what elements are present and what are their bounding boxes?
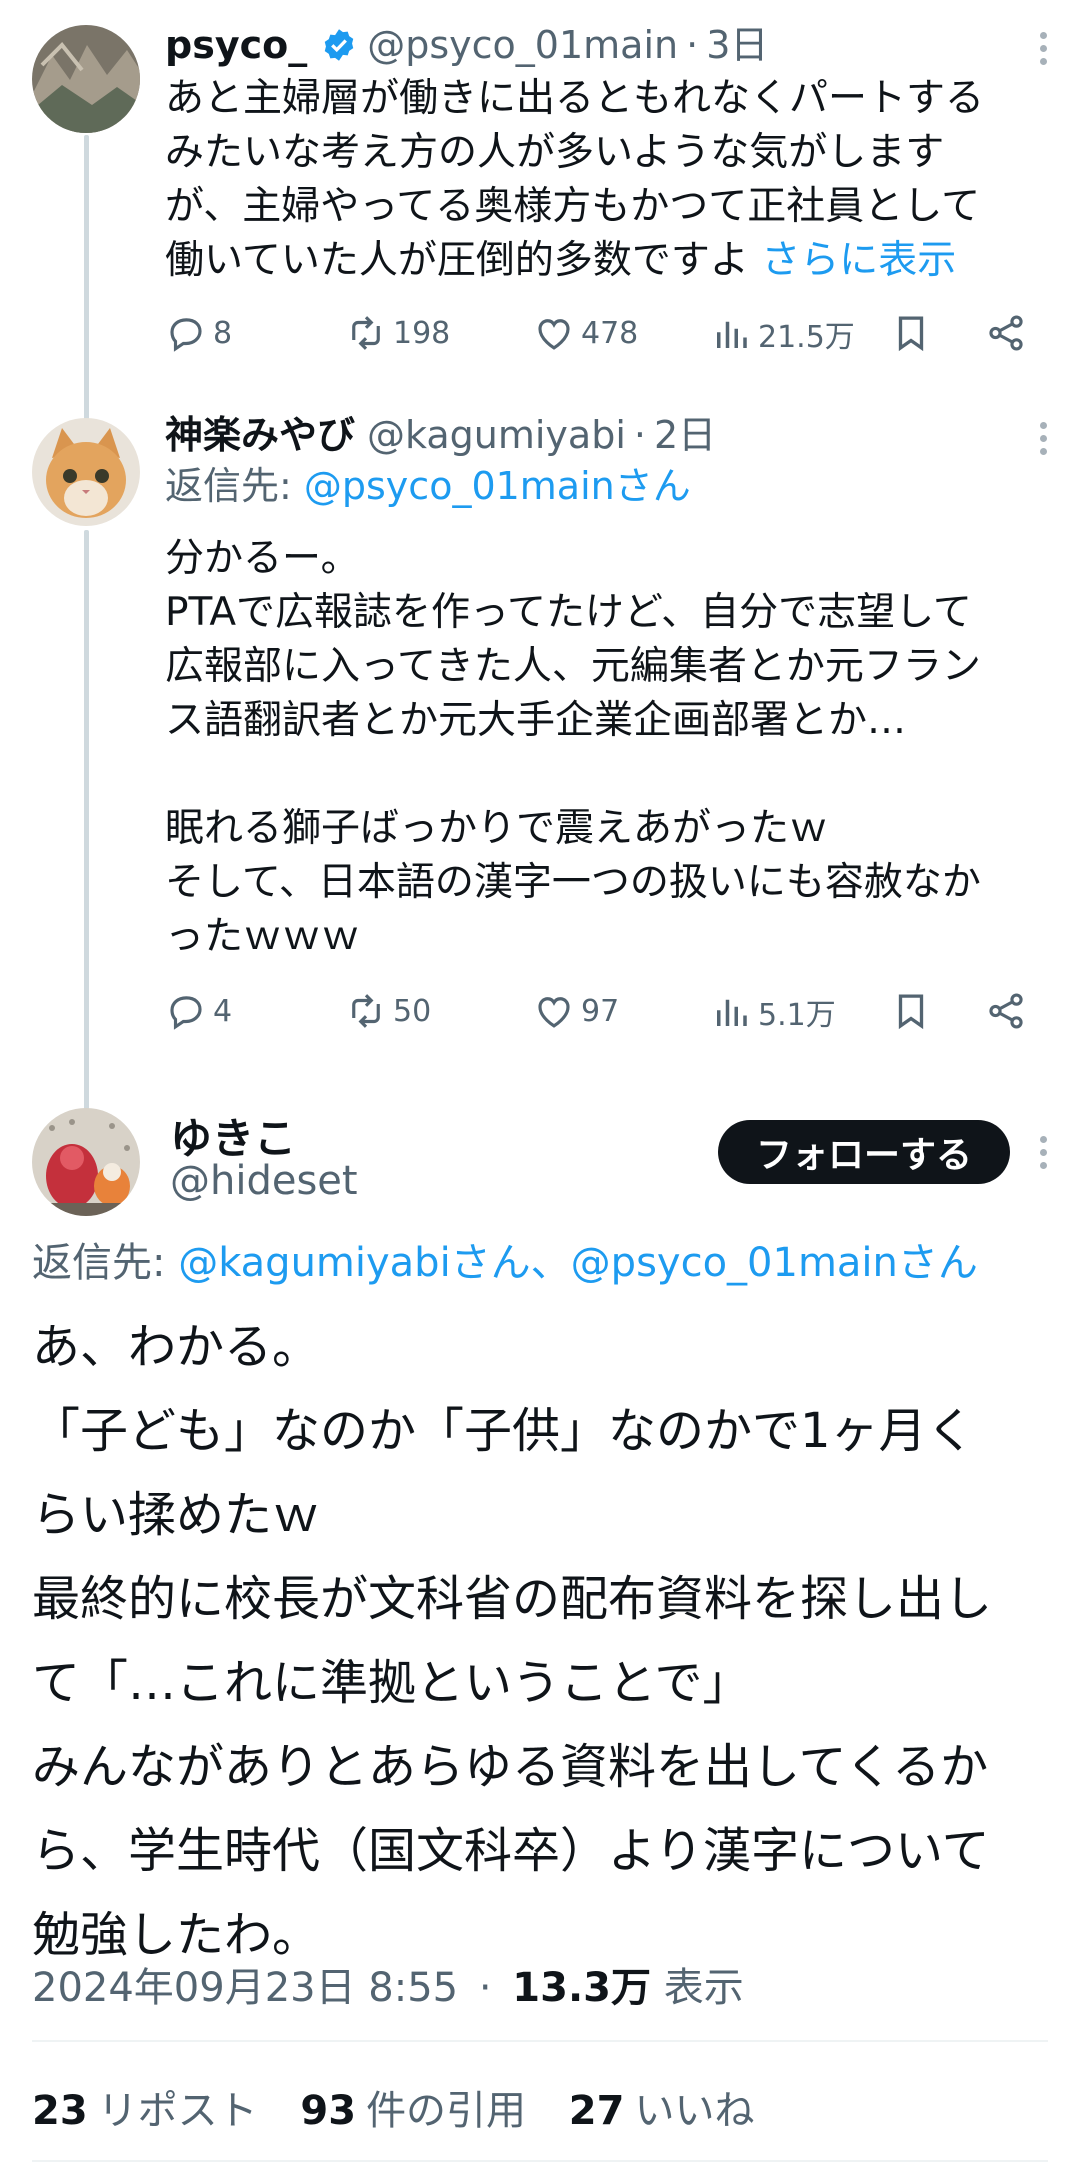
reply-button[interactable]: 8 — [165, 312, 232, 354]
reply-icon — [170, 318, 202, 352]
analytics-icon — [717, 321, 747, 348]
more-options-icon[interactable] — [1028, 1130, 1058, 1174]
reposts-count: 23 — [32, 2088, 88, 2134]
display-name[interactable]: psyco_ — [165, 20, 307, 70]
likes-label: いいね — [634, 2088, 755, 2134]
like-button[interactable]: 478 — [533, 312, 638, 354]
thread-line-1 — [84, 135, 89, 420]
timestamp[interactable]: 2日 — [654, 410, 716, 460]
quotes-label: 件の引用 — [366, 2088, 527, 2134]
timestamp[interactable]: 3日 — [706, 20, 768, 70]
bookmark-icon — [898, 316, 924, 352]
user-handle[interactable]: @psyco_01main — [367, 20, 678, 70]
retweet-count: 50 — [393, 993, 432, 1029]
likes-stat[interactable]: 27 いいね — [569, 2088, 755, 2134]
view-count: 21.5万 — [758, 320, 855, 355]
likes-count: 27 — [568, 2088, 625, 2134]
separator-dot: · — [478, 1965, 492, 2011]
avatar[interactable] — [32, 25, 140, 133]
heart-icon — [538, 997, 570, 1028]
display-name[interactable]: ゆきこ — [170, 1105, 296, 1166]
share-icon — [989, 993, 1023, 1029]
separator-dot: · — [686, 23, 699, 67]
reply-to-link[interactable]: @kagumiyabiさん、@psyco_01mainさん — [178, 1240, 978, 1286]
display-name[interactable]: 神楽みやび — [165, 410, 355, 460]
engagement-stats: 23 リポスト 93 件の引用 27 いいね — [32, 2078, 784, 2136]
verified-badge-icon — [324, 29, 354, 61]
bookmark-icon — [898, 994, 924, 1030]
retweet-button[interactable]: 50 — [345, 990, 431, 1032]
divider — [32, 2040, 1048, 2042]
views-button[interactable]: 21.5万 — [710, 312, 855, 356]
reply-to-link[interactable]: @psyco_01mainさん — [304, 464, 691, 508]
thread-line-2 — [84, 530, 89, 1110]
share-icon — [989, 315, 1023, 351]
reply-button[interactable]: 4 — [165, 990, 232, 1032]
avatar[interactable] — [32, 1108, 140, 1216]
reply-context: 返信先: @kagumiyabiさん、@psyco_01mainさん — [32, 1235, 978, 1291]
share-button[interactable] — [985, 312, 1033, 354]
show-more-link[interactable]: さらに表示 — [761, 238, 956, 283]
user-handle[interactable]: @hideset — [170, 1158, 358, 1204]
more-options-icon[interactable] — [1028, 416, 1058, 460]
views-label: 表示 — [663, 1965, 744, 2011]
reply-prefix: 返信先: — [32, 1240, 179, 1286]
user-handle[interactable]: @kagumiyabi — [367, 410, 626, 460]
tweet-actions: 8 198 478 21.5万 — [165, 312, 1080, 372]
separator-dot: · — [633, 413, 646, 457]
share-button[interactable] — [985, 990, 1033, 1032]
view-count: 5.1万 — [758, 998, 836, 1033]
bookmark-button[interactable] — [890, 990, 938, 1032]
more-options-icon[interactable] — [1028, 26, 1058, 70]
retweet-icon — [352, 994, 380, 1028]
heart-icon — [538, 319, 570, 350]
reply-context: 返信先: @psyco_01mainさん — [165, 460, 1040, 512]
divider — [32, 2160, 1048, 2162]
avatar[interactable] — [32, 418, 140, 526]
reposts-stat[interactable]: 23 リポスト — [32, 2088, 258, 2134]
tweet-body: あ、わかる。 「子ども」なのか「子供」なのかで1ヶ月く らい揉めたｗ 最終的に校… — [32, 1319, 993, 1963]
tweet-meta: 2024年09月23日 8:55 · 13.3万 表示 — [32, 1955, 744, 2013]
views-button[interactable]: 5.1万 — [710, 990, 836, 1034]
bookmark-button[interactable] — [890, 312, 938, 354]
like-count: 97 — [581, 993, 620, 1029]
tweet-text: あと主婦層が働きに出るともれなくパートする みたいな考え方の人が多いような気がし… — [165, 72, 1040, 288]
reply-count: 8 — [213, 315, 233, 351]
follow-button[interactable]: フォローする — [718, 1120, 1010, 1184]
tweet-actions: 4 50 97 5.1万 — [165, 990, 1080, 1050]
quotes-count: 93 — [300, 2088, 357, 2134]
like-count: 478 — [581, 315, 639, 351]
retweet-button[interactable]: 198 — [345, 312, 450, 354]
reposts-label: リポスト — [97, 2088, 258, 2134]
post-datetime[interactable]: 2024年09月23日 8:55 — [32, 1965, 458, 2011]
tweet-body: 分かるー。 PTAで広報誌を作ってたけど、自分で志望して 広報部に入ってきた人、… — [165, 536, 981, 959]
like-button[interactable]: 97 — [533, 990, 619, 1032]
views-count: 13.3万 — [512, 1965, 651, 2011]
reply-icon — [170, 996, 202, 1030]
reply-prefix: 返信先: — [165, 464, 304, 508]
analytics-icon — [717, 999, 747, 1026]
quotes-stat[interactable]: 93 件の引用 — [300, 2088, 526, 2134]
retweet-icon — [352, 316, 380, 350]
reply-count: 4 — [213, 993, 233, 1029]
retweet-count: 198 — [393, 315, 451, 351]
